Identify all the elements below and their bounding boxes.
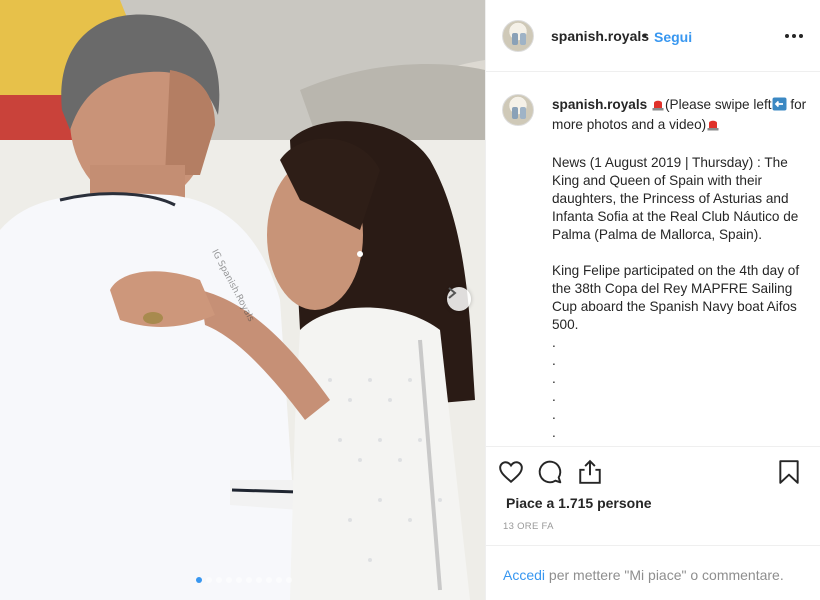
share-button[interactable] — [577, 459, 603, 485]
caption-username[interactable]: spanish.royals — [552, 97, 647, 112]
caption-dot: . — [552, 389, 556, 404]
carousel-dot — [286, 577, 292, 583]
caption-dot: . — [552, 335, 556, 350]
comment-icon — [538, 460, 562, 484]
post-photo[interactable]: IG Spanish.Royals — [0, 0, 485, 600]
post-header: spanish.royals • Segui — [486, 0, 820, 72]
action-bar — [486, 447, 820, 497]
avatar[interactable] — [502, 94, 534, 126]
bookmark-icon — [779, 460, 799, 484]
chevron-right-icon — [448, 287, 457, 299]
caption-dot: . — [552, 425, 556, 440]
carousel-dot — [246, 577, 252, 583]
save-button[interactable] — [776, 459, 802, 485]
caption-dot: . — [552, 371, 556, 386]
carousel-dot — [236, 577, 242, 583]
caption-dot: . — [552, 353, 556, 368]
follow-button[interactable]: Segui — [654, 29, 692, 45]
caption-intro: (Please swipe left — [664, 97, 772, 112]
carousel-next-button[interactable] — [447, 287, 471, 311]
more-options-icon — [785, 34, 803, 38]
left-arrow-emoji-icon — [772, 97, 787, 116]
likes-count[interactable]: Piace a 1.715 persone — [506, 495, 652, 511]
carousel-dot — [206, 577, 212, 583]
comment-button[interactable] — [537, 459, 563, 485]
share-icon — [579, 459, 601, 484]
carousel-indicator — [196, 577, 292, 583]
login-prompt-text: per mettere "Mi piace" o commentare. — [545, 567, 784, 583]
login-link[interactable]: Accedi — [503, 567, 545, 583]
post-timestamp[interactable]: 13 ORE FA — [503, 521, 554, 532]
carousel-dot — [276, 577, 282, 583]
more-options-button[interactable] — [782, 24, 806, 48]
post-sidebar: spanish.royals • Segui spanish.royals (P… — [485, 0, 820, 600]
comment-footer: Accedi per mettere "Mi piace" o commenta… — [486, 545, 820, 600]
carousel-dot — [226, 577, 232, 583]
avatar[interactable] — [502, 20, 534, 52]
like-button[interactable] — [498, 459, 524, 485]
siren-emoji-icon — [706, 117, 720, 136]
carousel-dot — [196, 577, 202, 583]
caption-paragraph: King Felipe participated on the 4th day … — [552, 263, 800, 332]
caption-paragraph: News (1 August 2019 | Thursday) : The Ki… — [552, 155, 799, 242]
header-username[interactable]: spanish.royals — [551, 28, 649, 44]
separator-dot: • — [642, 27, 647, 43]
siren-emoji-icon — [651, 97, 665, 116]
carousel-dot — [216, 577, 222, 583]
caption-section: spanish.royals (Please swipe left for mo… — [486, 72, 820, 447]
carousel-dot — [266, 577, 272, 583]
heart-icon — [499, 461, 523, 484]
login-prompt: Accedi per mettere "Mi piace" o commenta… — [503, 567, 784, 583]
carousel-dot — [256, 577, 262, 583]
caption-text: spanish.royals (Please swipe left for mo… — [552, 96, 814, 442]
caption-dot: . — [552, 407, 556, 422]
